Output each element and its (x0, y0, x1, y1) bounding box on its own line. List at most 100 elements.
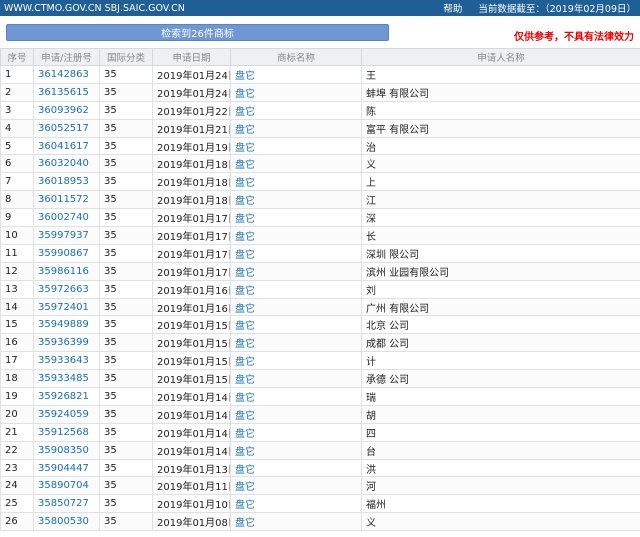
table-row[interactable]: 23 35904447 35 2019年01月13日 盘它洪 (0, 458, 640, 478)
intl-class: 35 (99, 118, 153, 138)
apply-date: 2019年01月19日 (152, 136, 231, 156)
row-no: 1 (0, 65, 34, 84)
table-row[interactable]: 9 36002740 35 2019年01月17日 盘它深 (0, 208, 640, 228)
table-row[interactable]: 6 36032040 35 2019年01月18日 盘它义 (0, 154, 640, 174)
table-row[interactable]: 26 35800530 35 2019年01月08日 盘它义 (0, 512, 640, 532)
trademark-name-link[interactable]: 盘它 (230, 404, 362, 424)
table-row[interactable]: 11 35990867 35 2019年01月17日 盘它 深圳 限公司 (0, 243, 640, 263)
trademark-name-link[interactable]: 盘它 (230, 297, 362, 317)
table-row[interactable]: 3 36093962 35 2019年01月22日 盘它陈 (0, 100, 640, 120)
reg-number-link[interactable]: 36052517 (33, 118, 100, 138)
reg-number-link[interactable]: 35904447 (33, 458, 100, 478)
table-row[interactable]: 18 35933485 35 2019年01月15日 盘它 承德 公司 (0, 369, 640, 389)
reg-number-link[interactable]: 35912568 (33, 422, 100, 442)
row-no: 15 (0, 315, 34, 335)
trademark-name-link[interactable]: 盘它 (230, 172, 362, 192)
table-row[interactable]: 19 35926821 35 2019年01月14日 盘它瑞 (0, 387, 640, 406)
reg-number-link[interactable]: 35972401 (33, 297, 100, 317)
reg-number-link[interactable]: 35933485 (33, 369, 100, 389)
table-row[interactable]: 8 36011572 35 2019年01月18日 盘它江 (0, 190, 640, 210)
trademark-name-link[interactable]: 盘它 (230, 315, 362, 335)
row-no: 22 (0, 440, 34, 460)
trademark-name-link[interactable]: 盘它 (230, 154, 362, 174)
trademark-name-link[interactable]: 盘它 (230, 458, 362, 478)
reg-number-link[interactable]: 35936399 (33, 333, 100, 353)
table-row[interactable]: 5 36041617 35 2019年01月19日 盘它治 (0, 136, 640, 156)
reg-number-link[interactable]: 35850727 (33, 494, 100, 514)
trademark-name-link[interactable]: 盘它 (230, 333, 362, 353)
col-header-date: 申请日期 (152, 48, 231, 66)
reg-number-link[interactable]: 36135615 (33, 82, 100, 102)
trademark-name-link[interactable]: 盘它 (230, 226, 362, 245)
trademark-name-link[interactable]: 盘它 (230, 422, 362, 442)
table-header-row: 序号 申请/注册号 国际分类 申请日期 商标名称 申请人名称 (0, 48, 640, 66)
trademark-name-link[interactable]: 盘它 (230, 118, 362, 138)
reg-number-link[interactable]: 36142863 (33, 65, 100, 84)
result-count-button[interactable]: 检索到26件商标 (6, 24, 389, 41)
reg-number-link[interactable]: 35926821 (33, 387, 100, 406)
reg-number-link[interactable]: 36093962 (33, 100, 100, 120)
reg-number-link[interactable]: 36018953 (33, 172, 100, 192)
intl-class: 35 (99, 154, 153, 174)
trademark-name-link[interactable]: 盘它 (230, 387, 362, 406)
trademark-name-link[interactable]: 盘它 (230, 440, 362, 460)
reg-number-link[interactable]: 35986116 (33, 261, 100, 281)
reg-number-link[interactable]: 35933643 (33, 351, 100, 371)
trademark-name-link[interactable]: 盘它 (230, 65, 362, 84)
table-row[interactable]: 15 35949889 35 2019年01月15日 盘它 北京 公司 (0, 315, 640, 335)
table-row[interactable]: 13 35972663 35 2019年01月16日 盘它刘 (0, 279, 640, 299)
apply-date: 2019年01月14日 (152, 404, 231, 424)
table-row[interactable]: 4 36052517 35 2019年01月21日 盘它 富平 有限公司 (0, 118, 640, 138)
table-row[interactable]: 25 35850727 35 2019年01月10日 盘它 福州 (0, 494, 640, 514)
trademark-name-link[interactable]: 盘它 (230, 351, 362, 371)
reg-number-link[interactable]: 35800530 (33, 512, 100, 532)
reg-number-link[interactable]: 36041617 (33, 136, 100, 156)
trademark-name-link[interactable]: 盘它 (230, 494, 362, 514)
table-row[interactable]: 24 35890704 35 2019年01月11日 盘它河 (0, 476, 640, 496)
reg-number-link[interactable]: 35972663 (33, 279, 100, 299)
reg-number-link[interactable]: 35997937 (33, 226, 100, 245)
disclaimer-text: 仅供参考，不具有法律效力 (514, 32, 634, 43)
reg-number-link[interactable]: 36002740 (33, 208, 100, 228)
table-row[interactable]: 7 36018953 35 2019年01月18日 盘它上 (0, 172, 640, 192)
help-link[interactable]: 帮助 (443, 1, 462, 15)
apply-date: 2019年01月15日 (152, 369, 231, 389)
intl-class: 35 (99, 494, 153, 514)
trademark-name-link[interactable]: 盘它 (230, 136, 362, 156)
apply-date: 2019年01月14日 (152, 387, 231, 406)
row-no: 10 (0, 226, 34, 245)
data-date-label: 当前数据截至：（2019年02月09日） (478, 4, 636, 15)
reg-number-link[interactable]: 35908350 (33, 440, 100, 460)
trademark-name-link[interactable]: 盘它 (230, 279, 362, 299)
trademark-name-link[interactable]: 盘它 (230, 100, 362, 120)
reg-number-link[interactable]: 35924059 (33, 404, 100, 424)
table-row[interactable]: 21 35912568 35 2019年01月14日 盘它四 (0, 422, 640, 442)
table-row[interactable]: 14 35972401 35 2019年01月16日 盘它 广州 有限公司 (0, 297, 640, 317)
reg-number-link[interactable]: 35890704 (33, 476, 100, 496)
table-row[interactable]: 12 35986116 35 2019年01月17日 盘它 滨州 业园有限公司 (0, 261, 640, 281)
table-row[interactable]: 10 35997937 35 2019年01月17日 盘它长 (0, 226, 640, 245)
trademark-name-link[interactable]: 盘它 (230, 82, 362, 102)
reg-number-link[interactable]: 36011572 (33, 190, 100, 210)
trademark-name-link[interactable]: 盘它 (230, 208, 362, 228)
row-no: 14 (0, 297, 34, 317)
trademark-name-link[interactable]: 盘它 (230, 512, 362, 532)
table-row[interactable]: 20 35924059 35 2019年01月14日 盘它胡 (0, 404, 640, 424)
table-row[interactable]: 1 36142863 35 2019年01月24日 盘它王 (0, 65, 640, 84)
applicant-name: 陈 (361, 100, 640, 120)
reg-number-link[interactable]: 36032040 (33, 154, 100, 174)
table-row[interactable]: 17 35933643 35 2019年01月15日 盘它计 (0, 351, 640, 371)
trademark-name-link[interactable]: 盘它 (230, 476, 362, 496)
trademark-name-link[interactable]: 盘它 (230, 261, 362, 281)
col-header-no: 序号 (0, 48, 34, 66)
reg-number-link[interactable]: 35949889 (33, 315, 100, 335)
applicant-name: 计 (361, 351, 640, 371)
trademark-name-link[interactable]: 盘它 (230, 190, 362, 210)
trademark-results-table: 序号 申请/注册号 国际分类 申请日期 商标名称 申请人名称 1 36142863… (0, 48, 640, 532)
table-row[interactable]: 2 36135615 35 2019年01月24日 盘它 蚌埠 有限公司 (0, 82, 640, 102)
trademark-name-link[interactable]: 盘它 (230, 369, 362, 389)
reg-number-link[interactable]: 35990867 (33, 243, 100, 263)
table-row[interactable]: 16 35936399 35 2019年01月15日 盘它 成都 公司 (0, 333, 640, 353)
table-row[interactable]: 22 35908350 35 2019年01月14日 盘它台 (0, 440, 640, 460)
trademark-name-link[interactable]: 盘它 (230, 243, 362, 263)
